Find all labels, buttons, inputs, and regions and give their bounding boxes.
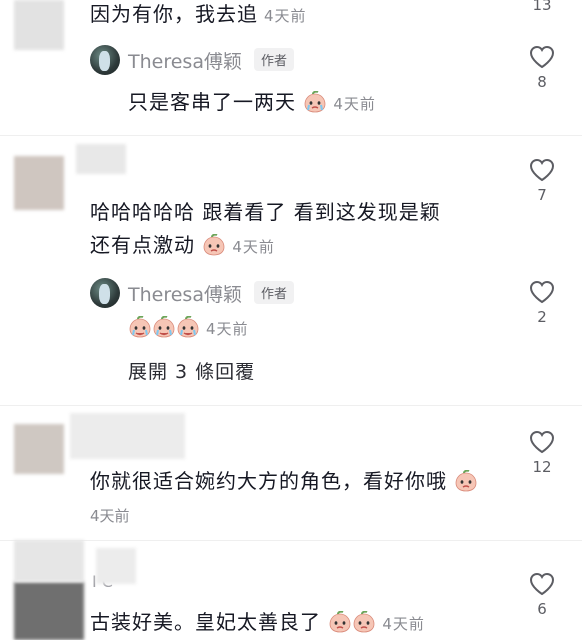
comment-text: 古装好美。皇妃太善良了 4天前 <box>90 610 425 634</box>
divider <box>0 405 582 406</box>
author-name[interactable]: Theresa傅颖 <box>128 51 242 73</box>
heart-outline-icon <box>529 572 555 596</box>
heart-outline-icon <box>529 158 555 182</box>
comment-time-row: 4天前 <box>84 505 130 526</box>
like-count: 13 <box>532 0 552 14</box>
blurred-avatar[interactable] <box>14 156 64 210</box>
crying-peach-emoji <box>329 611 351 633</box>
reply-header: Theresa傅颖 作者 <box>128 280 294 307</box>
reply-time: 4天前 <box>206 320 249 338</box>
like-button[interactable]: 8 <box>522 45 562 91</box>
like-button[interactable]: 7 <box>522 158 562 204</box>
reply-text: 只是客串了一两天 4天前 <box>128 90 376 114</box>
comment-time: 4天前 <box>382 615 425 633</box>
crying-peach-emoji <box>304 91 326 113</box>
author-avatar[interactable] <box>90 45 120 75</box>
reply-time: 4天前 <box>333 95 376 113</box>
reply-emojis: 4天前 <box>128 315 249 339</box>
crying-peach-emoji <box>455 470 477 492</box>
crying-peach-emoji <box>129 316 151 338</box>
heart-outline-icon <box>529 280 555 304</box>
like-button[interactable]: 13 <box>522 0 562 14</box>
crying-peach-emoji <box>153 316 175 338</box>
blurred-avatar[interactable] <box>14 424 64 474</box>
like-button[interactable]: 2 <box>522 280 562 326</box>
crying-peach-emoji <box>353 611 375 633</box>
heart-outline-icon <box>529 430 555 454</box>
like-count: 12 <box>532 458 552 476</box>
author-badge: 作者 <box>253 281 294 304</box>
heart-outline-icon <box>529 45 555 69</box>
crying-peach-emoji <box>203 234 225 256</box>
like-button[interactable]: 12 <box>522 430 562 476</box>
divider <box>0 540 582 541</box>
divider <box>0 135 582 136</box>
comment-text: 你就很适合婉约大方的角色，看好你哦 <box>90 465 478 494</box>
blurred-avatar-top <box>14 540 84 582</box>
author-name[interactable]: Theresa傅颖 <box>128 284 242 306</box>
blurred-avatar[interactable] <box>14 0 64 50</box>
author-badge: 作者 <box>253 48 294 71</box>
like-count: 6 <box>537 600 547 618</box>
expand-replies-link[interactable]: 展開 3 條回覆 <box>128 357 255 384</box>
comment-time: 4天前 <box>90 507 130 525</box>
comment-text: 因为有你，我去追 4天前 <box>90 2 307 26</box>
author-avatar[interactable] <box>90 278 120 308</box>
comment-text-line2: 还有点激动 4天前 <box>90 233 275 257</box>
comment-time: 4天前 <box>232 238 275 256</box>
like-count: 2 <box>537 308 547 326</box>
comment-time: 4天前 <box>264 7 307 25</box>
blurred-avatar[interactable] <box>14 582 84 640</box>
blurred-username <box>76 144 126 174</box>
comment-text: 哈哈哈哈哈 跟着看了 看到这发现是颖 <box>90 200 441 224</box>
blurred-username <box>96 548 136 584</box>
reply-header: Theresa傅颖 作者 <box>128 47 294 74</box>
like-count: 8 <box>537 73 547 91</box>
like-count: 7 <box>537 186 547 204</box>
blurred-username <box>70 413 185 459</box>
crying-peach-emoji <box>177 316 199 338</box>
like-button[interactable]: 6 <box>522 572 562 618</box>
